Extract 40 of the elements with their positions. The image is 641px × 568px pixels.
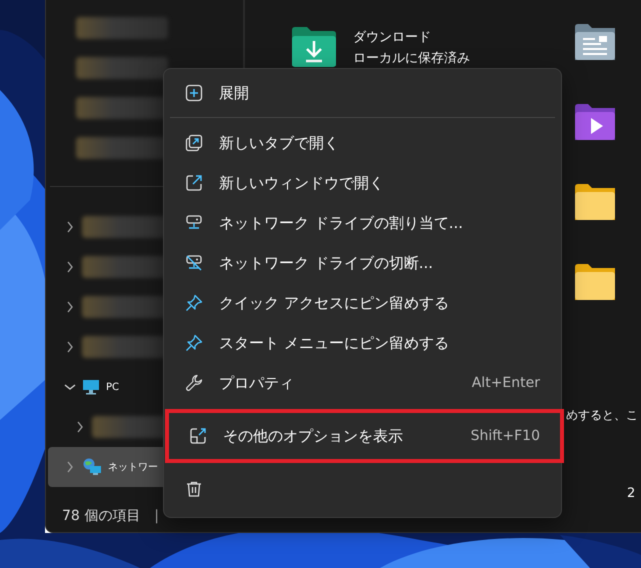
pin-icon xyxy=(185,294,203,312)
item-count: 78 個の項目 xyxy=(62,507,140,525)
new-window-icon xyxy=(185,174,203,192)
menu-item[interactable]: プロパティ Alt+Enter xyxy=(165,363,560,403)
menu-item[interactable]: クイック アクセスにピン留めする xyxy=(165,283,560,323)
menu-item[interactable]: 新しいタブで開く xyxy=(165,123,560,163)
sidebar-label[interactable]: PC xyxy=(106,382,120,392)
pin-icon xyxy=(185,334,203,352)
chevron-right-icon[interactable] xyxy=(66,461,74,473)
folder-icon[interactable] xyxy=(575,184,615,220)
chevron-right-icon[interactable] xyxy=(76,421,84,433)
new-tab-icon xyxy=(185,134,203,152)
menu-item[interactable]: 展開 xyxy=(165,73,560,113)
file-name[interactable]: ダウンロード xyxy=(353,28,470,46)
chevron-right-icon[interactable] xyxy=(66,261,74,273)
download-folder-icon[interactable] xyxy=(291,26,337,68)
sidebar-label[interactable]: ネットワー xyxy=(108,460,158,474)
chevron-right-icon[interactable] xyxy=(66,301,74,313)
trash-icon xyxy=(185,480,203,498)
menu-item[interactable]: ネットワーク ドライブの割り当て... xyxy=(165,203,560,243)
chevron-right-icon[interactable] xyxy=(66,341,74,353)
menu-item[interactable]: 新しいウィンドウで開く xyxy=(165,163,560,203)
menu-item[interactable]: スタート メニューにピン留めする xyxy=(165,323,560,363)
description-text: めすると、こ xyxy=(566,407,638,424)
video-folder-icon[interactable] xyxy=(575,104,615,140)
folder-icon[interactable] xyxy=(575,264,615,300)
monitor-icon xyxy=(82,379,100,395)
menu-item[interactable]: その他のオプションを表示 Shift+F10 xyxy=(165,409,564,463)
more-options-icon xyxy=(189,427,207,445)
expand-icon xyxy=(185,84,203,102)
disconnect-drive-icon xyxy=(185,254,203,272)
network-globe-icon xyxy=(82,458,102,476)
date-text: 2 xyxy=(627,486,636,501)
status-separator: | xyxy=(154,508,159,524)
documents-folder-icon[interactable] xyxy=(575,24,615,60)
wrench-icon xyxy=(185,374,203,392)
chevron-down-icon[interactable] xyxy=(64,383,76,391)
menu-item[interactable]: ネットワーク ドライブの切断... xyxy=(165,243,560,283)
chevron-right-icon[interactable] xyxy=(66,221,74,233)
file-status: ローカルに保存済み xyxy=(353,50,470,67)
